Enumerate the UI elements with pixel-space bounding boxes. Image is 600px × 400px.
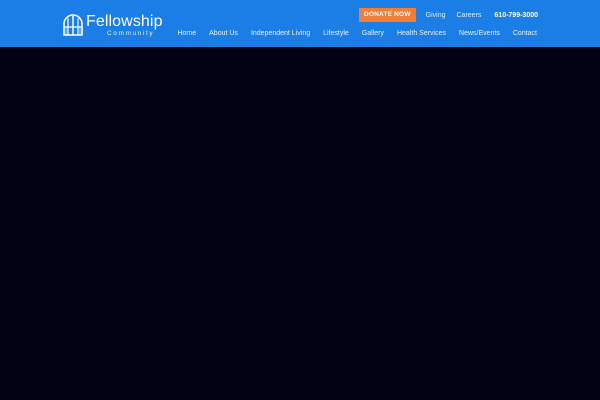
nav-item-gallery[interactable]: Gallery	[362, 30, 384, 37]
logo-text: Fellowship Community	[86, 12, 163, 37]
nav-item-news-events[interactable]: News/Events	[459, 30, 500, 37]
logo-subtitle: Community	[107, 29, 155, 37]
nav-item-home[interactable]: Home	[177, 30, 196, 37]
giving-link[interactable]: Giving	[426, 12, 446, 19]
nav-item-contact[interactable]: Contact	[513, 30, 537, 37]
top-links: DONATE NOW Giving Careers 610-799-3000	[359, 8, 538, 22]
careers-link[interactable]: Careers	[457, 12, 482, 19]
nav-item-lifestyle[interactable]: Lifestyle	[323, 30, 349, 37]
nav-item-health-services[interactable]: Health Services	[397, 30, 446, 37]
logo-name: Fellowship	[86, 12, 163, 30]
phone-link[interactable]: 610-799-3000	[494, 12, 538, 19]
arched-window-icon	[63, 14, 83, 36]
page: Fellowship Community DONATE NOW Giving C…	[0, 0, 600, 400]
nav-item-about-us[interactable]: About Us	[209, 30, 238, 37]
nav-item-independent-living[interactable]: Independent Living	[251, 30, 310, 37]
main-nav: Home About Us Independent Living Lifesty…	[164, 28, 537, 38]
site-header: Fellowship Community DONATE NOW Giving C…	[0, 0, 600, 47]
hero-section	[0, 47, 600, 400]
logo[interactable]: Fellowship Community	[63, 13, 163, 37]
donate-now-button[interactable]: DONATE NOW	[359, 8, 416, 22]
